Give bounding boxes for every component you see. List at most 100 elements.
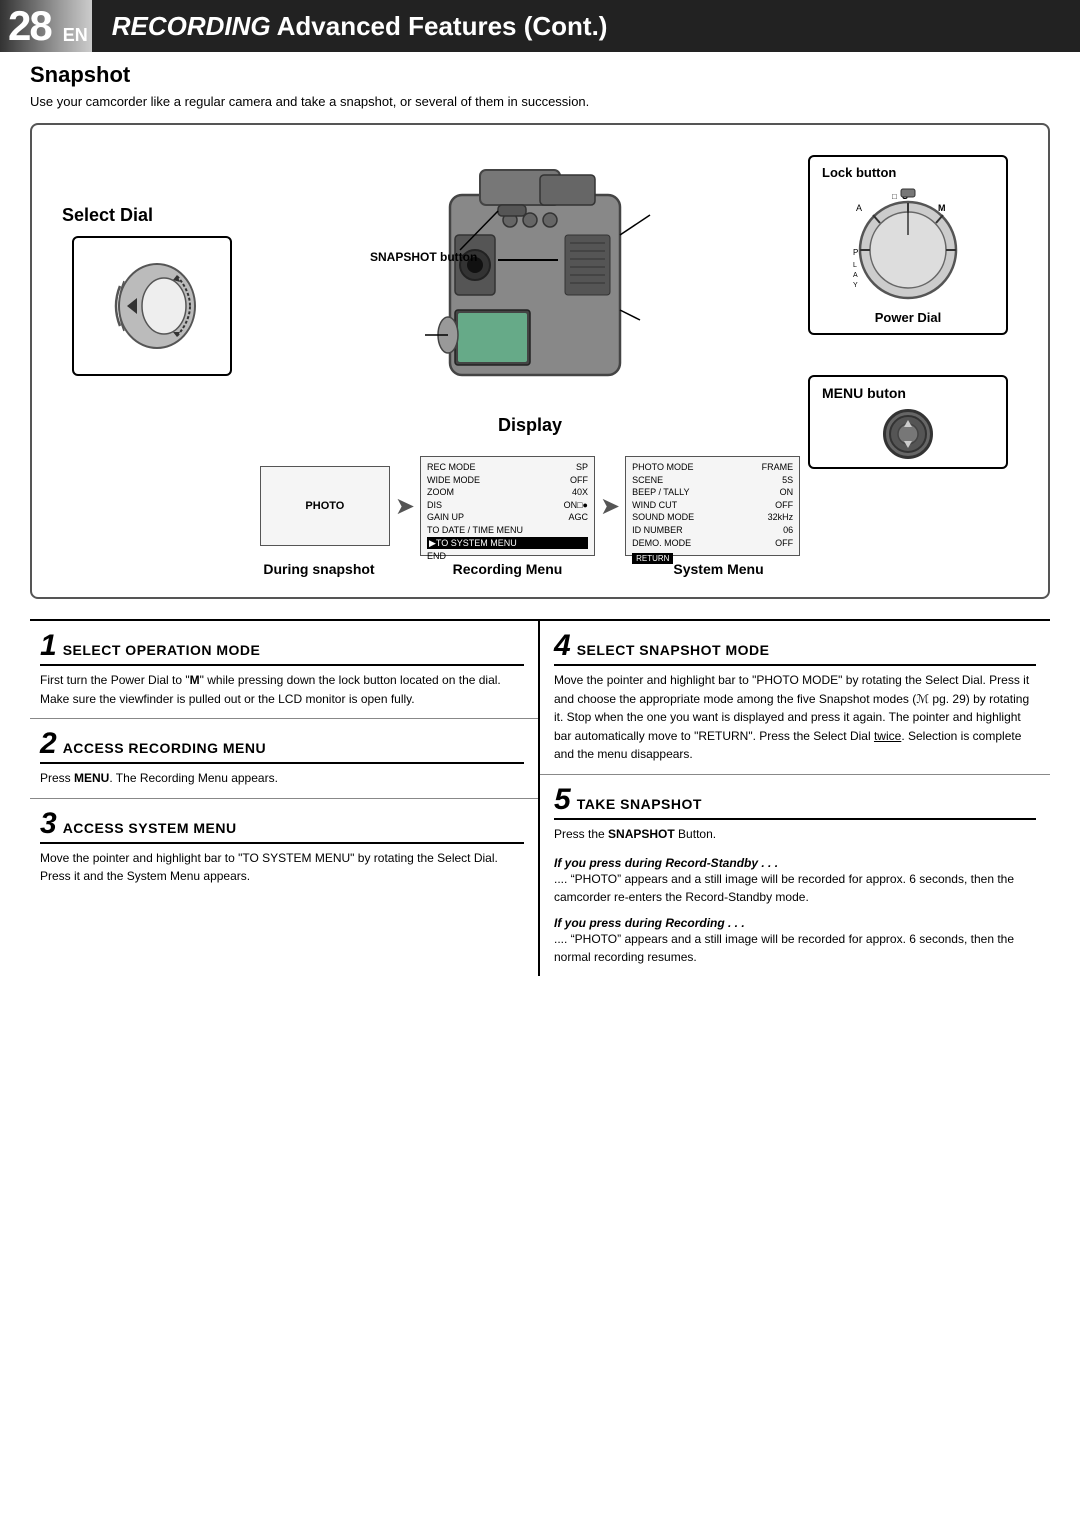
twice-underline: twice: [874, 729, 901, 743]
screen-panels: PHOTO ➤ REC MODESP WIDE MODEOFF ZOOM40X …: [252, 456, 808, 556]
sys-menu-rows: PHOTO MODEFRAME SCENE5S BEEP / TALLYON W…: [632, 461, 793, 549]
step-2-title: ACCESS RECORDING MENU: [63, 740, 266, 756]
sys-row-2: SCENE5S: [632, 474, 793, 487]
select-dial-section: Select Dial: [52, 205, 252, 376]
menu-bold: MENU: [74, 771, 109, 785]
during-snapshot-panel: PHOTO: [260, 466, 390, 546]
svg-text:A: A: [853, 272, 858, 279]
snapshot-bold: SNAPSHOT: [608, 827, 675, 841]
steps-left-col: 1 SELECT OPERATION MODE First turn the P…: [30, 621, 540, 976]
page-header: 28 EN RECORDING Advanced Features (Cont.…: [0, 0, 1080, 52]
rec-row-7-highlight: ▶TO SYSTEM MENU: [427, 537, 588, 550]
svg-text:P: P: [853, 248, 858, 257]
camcorder-image: [370, 135, 690, 425]
sys-row-7: DEMO. MODEOFF: [632, 537, 793, 550]
rec-menu-rows: REC MODESP WIDE MODEOFF ZOOM40X DISON□● …: [427, 461, 588, 549]
menu-button-area: MENU buton: [808, 375, 1008, 469]
snapshot-line: [498, 259, 558, 261]
step-2: 2 ACCESS RECORDING MENU Press MENU. The …: [30, 719, 538, 799]
page-body: Snapshot Use your camcorder like a regul…: [0, 62, 1080, 1006]
step-4-number: 4: [554, 631, 571, 661]
diagram-inner: Select Dial: [52, 145, 1028, 577]
recording-menu-title: Recording Menu: [420, 561, 595, 577]
lock-power-area: Lock button S M: [808, 155, 1008, 335]
step-4-title: SELECT SNAPSHOT MODE: [577, 642, 770, 658]
recording-menu-panel: REC MODESP WIDE MODEOFF ZOOM40X DISON□● …: [420, 456, 595, 556]
sys-row-6: ID NUMBER06: [632, 524, 793, 537]
sys-row-3: BEEP / TALLYON: [632, 486, 793, 499]
rec-row-1: REC MODESP: [427, 461, 588, 474]
title-italic: RECORDING: [112, 11, 271, 42]
rec-row-4: DISON□●: [427, 499, 588, 512]
panel-photo-text: PHOTO: [305, 500, 344, 512]
step-1-number: 1: [40, 631, 57, 661]
snapshot-button-label: SNAPSHOT button: [370, 250, 477, 264]
if-recording-title: If you press during Recording . . .: [554, 916, 1036, 930]
menu-button-circle: [883, 409, 933, 459]
svg-text:□: □: [892, 192, 897, 201]
step-3-title: ACCESS SYSTEM MENU: [63, 820, 237, 836]
during-snapshot-title: During snapshot: [254, 561, 384, 577]
camcorder-section: SNAPSHOT button: [252, 145, 808, 577]
step-1-header: 1 SELECT OPERATION MODE: [40, 631, 524, 666]
step-1: 1 SELECT OPERATION MODE First turn the P…: [30, 621, 538, 719]
step-3-number: 3: [40, 809, 57, 839]
lock-button-label: Lock button: [822, 165, 994, 180]
sys-row-1: PHOTO MODEFRAME: [632, 461, 793, 474]
page-number: 28: [0, 0, 59, 52]
step-1-title: SELECT OPERATION MODE: [63, 642, 261, 658]
step-3: 3 ACCESS SYSTEM MENU Move the pointer an…: [30, 799, 538, 896]
if-recording-block: If you press during Recording . . . ....…: [554, 916, 1036, 966]
step-2-body: Press MENU. The Recording Menu appears.: [40, 769, 524, 788]
step-4: 4 SELECT SNAPSHOT MODE Move the pointer …: [540, 621, 1050, 775]
rec-row-2: WIDE MODEOFF: [427, 474, 588, 487]
select-dial-icon: [102, 256, 202, 356]
section-title: Snapshot: [30, 62, 1050, 88]
power-dial-label: Power Dial: [822, 310, 994, 325]
sys-row-4: WIND CUTOFF: [632, 499, 793, 512]
step-5-body: Press the SNAPSHOT Button.: [554, 825, 1036, 844]
m-char: M: [190, 673, 200, 687]
step-1-body: First turn the Power Dial to "M" while p…: [40, 671, 524, 708]
step-4-header: 4 SELECT SNAPSHOT MODE: [554, 631, 1036, 666]
power-dial-icon: S M □ A P L A Y: [848, 185, 968, 305]
title-rest: Advanced Features (Cont.): [277, 11, 608, 42]
select-dial-box: [72, 236, 232, 376]
svg-text:L: L: [853, 262, 857, 269]
steps-section: 1 SELECT OPERATION MODE First turn the P…: [30, 619, 1050, 976]
right-section: Lock button S M: [808, 155, 1028, 469]
system-menu-title: System Menu: [631, 561, 806, 577]
if-standby-body: .... “PHOTO” appears and a still image w…: [554, 870, 1036, 906]
menu-btn-icon: [888, 414, 928, 454]
rec-menu-end: END: [427, 551, 588, 561]
display-label: Display: [498, 415, 562, 436]
panel-labels-row: During snapshot Recording Menu System Me…: [252, 561, 808, 577]
page-lang: EN: [59, 0, 92, 52]
if-standby-block: If you press during Record-Standby . . .…: [554, 856, 1036, 906]
step-3-body: Move the pointer and highlight bar to "T…: [40, 849, 524, 886]
svg-text:A: A: [856, 203, 862, 213]
rec-row-5: GAIN UPAGC: [427, 511, 588, 524]
sys-row-5: SOUND MODE32kHz: [632, 511, 793, 524]
arrow-right-2: ➤: [600, 492, 620, 521]
menu-button-label: MENU buton: [822, 385, 906, 401]
step-5: 5 TAKE SNAPSHOT Press the SNAPSHOT Butto…: [540, 775, 1050, 976]
system-menu-panel: PHOTO MODEFRAME SCENE5S BEEP / TALLYON W…: [625, 456, 800, 556]
intro-text: Use your camcorder like a regular camera…: [30, 94, 1050, 109]
rec-row-3: ZOOM40X: [427, 486, 588, 499]
step-5-title: TAKE SNAPSHOT: [577, 796, 702, 812]
step-5-header: 5 TAKE SNAPSHOT: [554, 785, 1036, 820]
step-3-header: 3 ACCESS SYSTEM MENU: [40, 809, 524, 844]
diagram-box: Select Dial: [30, 123, 1050, 599]
if-recording-body: .... “PHOTO” appears and a still image w…: [554, 930, 1036, 966]
page-title: RECORDING Advanced Features (Cont.): [92, 0, 1080, 52]
select-dial-label: Select Dial: [62, 205, 153, 226]
step-5-number: 5: [554, 785, 571, 815]
svg-text:M: M: [938, 203, 946, 213]
arrow-right-1: ➤: [395, 492, 415, 521]
steps-right-col: 4 SELECT SNAPSHOT MODE Move the pointer …: [540, 621, 1050, 976]
step-4-body: Move the pointer and highlight bar to "P…: [554, 671, 1036, 764]
step-2-header: 2 ACCESS RECORDING MENU: [40, 729, 524, 764]
if-standby-title: If you press during Record-Standby . . .: [554, 856, 1036, 870]
rec-row-6: TO DATE / TIME MENU: [427, 524, 588, 537]
